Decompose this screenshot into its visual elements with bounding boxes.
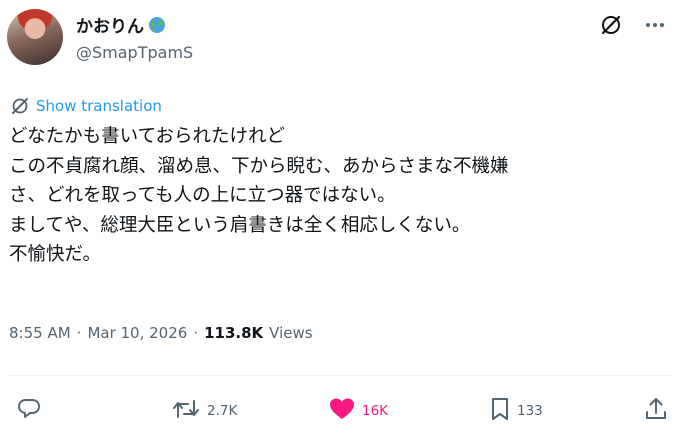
globe-icon (148, 16, 166, 34)
tweet-text: どなたかも書いておられたけれど この不貞腐れ顔、溜め息、下から睨む、あからさまな… (9, 126, 509, 265)
tweet-meta: 8:55 AM · Mar 10, 2026 · 113.8K Views (9, 324, 313, 342)
retweet-button[interactable]: 2.7K (171, 396, 237, 426)
author-handle[interactable]: @SmapTpamS (76, 43, 193, 62)
divider (9, 375, 671, 376)
meta-separator: · (193, 324, 199, 342)
retweet-icon (171, 396, 201, 426)
reply-button[interactable] (16, 396, 48, 426)
bookmark-count: 133 (517, 403, 543, 419)
like-count: 16K (362, 403, 389, 419)
retweet-count: 2.7K (207, 403, 238, 419)
heart-icon (328, 396, 356, 426)
reply-icon (16, 396, 42, 426)
avatar[interactable] (7, 9, 63, 65)
grok-icon[interactable] (600, 14, 622, 36)
share-button[interactable] (644, 396, 668, 426)
tweet-time[interactable]: 8:55 AM (9, 324, 71, 342)
show-translation-link[interactable]: Show translation (10, 96, 162, 116)
show-translation-label[interactable]: Show translation (36, 97, 162, 115)
views-count: 113.8K (204, 324, 264, 342)
bookmark-button[interactable]: 133 (489, 396, 543, 426)
tweet-date[interactable]: Mar 10, 2026 (87, 324, 187, 342)
author-display-name[interactable]: かおりん (76, 12, 144, 37)
more-icon[interactable] (644, 14, 666, 36)
action-bar: 2.7K 16K 133 (0, 394, 680, 426)
translate-icon (10, 96, 30, 116)
author-name-row[interactable]: かおりん (76, 12, 166, 37)
bookmark-icon (489, 396, 511, 426)
share-icon (644, 396, 668, 426)
header-actions (600, 14, 666, 36)
like-button[interactable]: 16K (328, 396, 388, 426)
views-label: Views (269, 324, 313, 342)
meta-separator: · (76, 324, 82, 342)
